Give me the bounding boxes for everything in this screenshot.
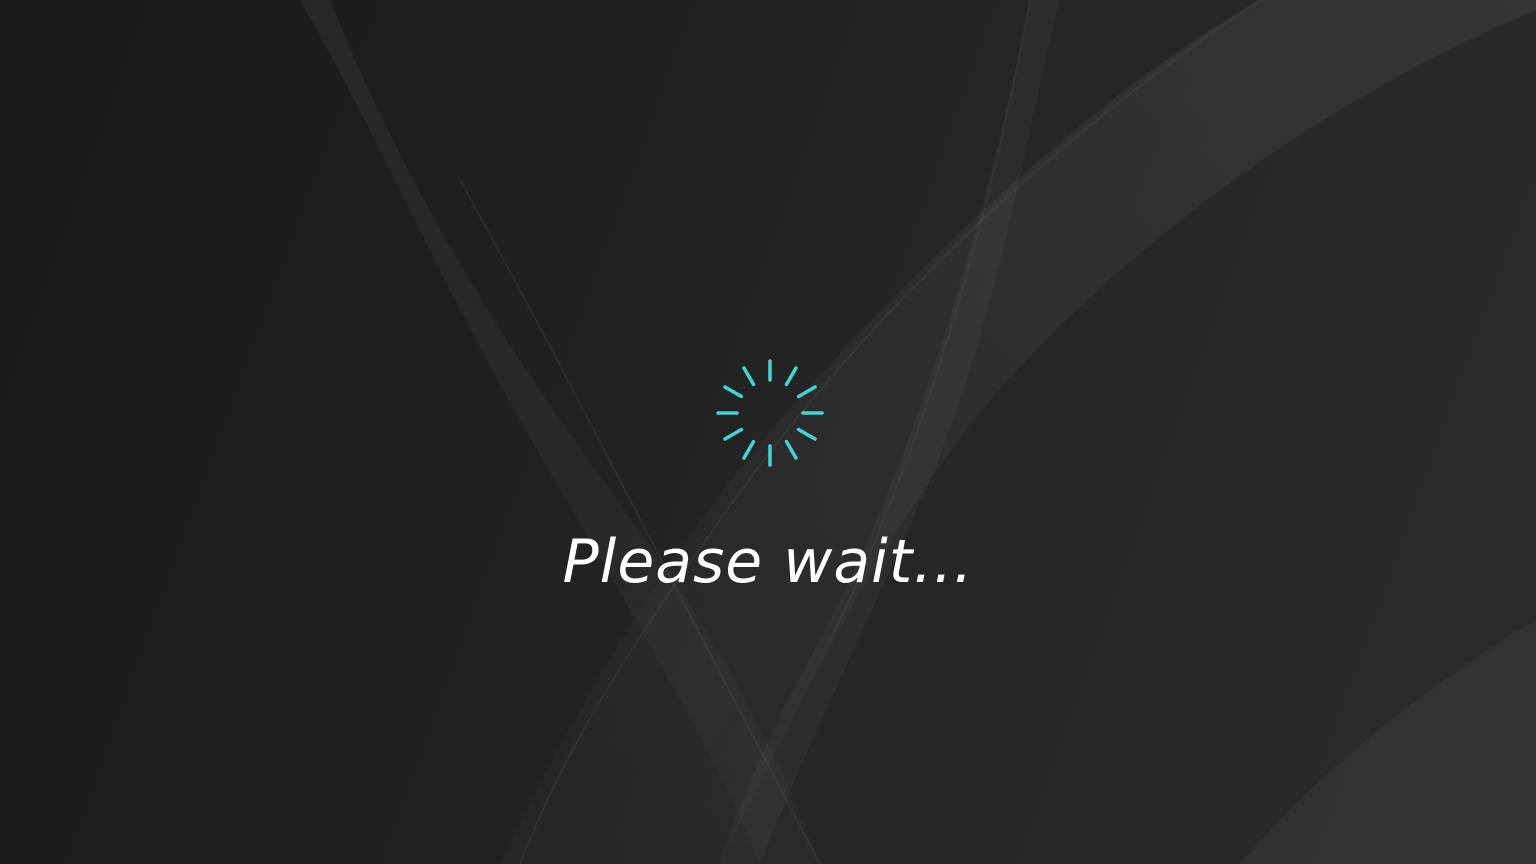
loading-screen: Please wait... bbox=[0, 0, 1536, 864]
loading-spinner-icon bbox=[716, 359, 824, 467]
spinner-tick bbox=[784, 366, 798, 387]
spinner-tick bbox=[796, 427, 817, 441]
spinner-tick bbox=[723, 385, 744, 399]
status-text: Please wait... bbox=[562, 527, 974, 597]
spinner-tick bbox=[742, 366, 756, 387]
spinner-tick bbox=[723, 427, 744, 441]
spinner-tick bbox=[742, 439, 756, 460]
spinner-tick bbox=[796, 385, 817, 399]
spinner-tick bbox=[784, 439, 798, 460]
